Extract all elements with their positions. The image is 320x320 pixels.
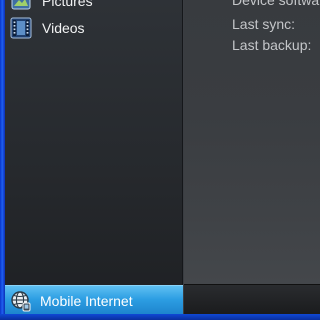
nav-item-label: Pictures — [42, 0, 93, 9]
last-backup-label: Last backup: — [232, 37, 312, 53]
nav-item-mobile-internet[interactable]: Mobile Internet — [5, 285, 183, 315]
videos-icon — [10, 17, 32, 39]
window-border-bottom — [0, 314, 320, 320]
device-info-pane: Device software Last sync: Last backup: — [184, 0, 320, 284]
globe-icon — [10, 290, 32, 312]
app-window: Pictures Videos Mobile Internet Device s… — [0, 0, 320, 320]
last-sync-label: Last sync: — [232, 16, 296, 32]
content-bottom-bar — [184, 284, 320, 315]
nav-item-label: Mobile Internet — [40, 292, 133, 309]
nav-item-label: Videos — [42, 20, 85, 36]
device-software-label: Device software — [232, 0, 320, 8]
pictures-icon — [10, 0, 32, 12]
navigation-pane: Pictures Videos Mobile Internet — [5, 0, 184, 315]
nav-item-videos[interactable]: Videos — [5, 12, 183, 44]
